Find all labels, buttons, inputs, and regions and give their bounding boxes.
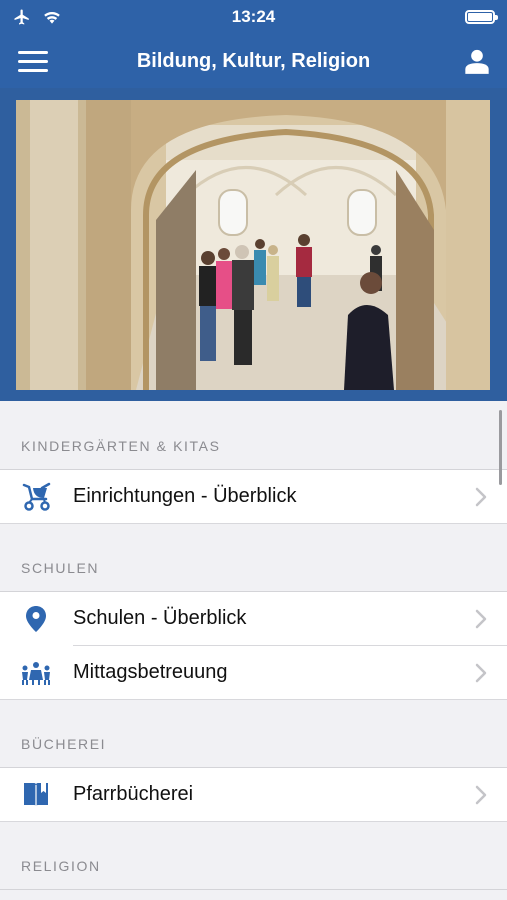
chevron-right-icon: [475, 487, 487, 507]
user-icon[interactable]: [463, 47, 491, 75]
list-item-label: Mittagsbetreuung: [73, 661, 228, 683]
chevron-right-icon: [475, 609, 487, 629]
divider: [0, 699, 507, 700]
chevron-right-icon: [475, 785, 487, 805]
battery-icon: [465, 10, 498, 24]
location-pin-icon: [26, 606, 46, 632]
scrollbar[interactable]: [499, 410, 502, 485]
list-item-einrichtungen[interactable]: Einrichtungen - Überblick: [0, 470, 507, 524]
navigation-bar: Bildung, Kultur, Religion: [0, 36, 507, 88]
page-title: Bildung, Kultur, Religion: [136, 50, 371, 72]
children-icon: [22, 662, 50, 685]
section-header-kindergaerten: KINDERGÄRTEN & KITAS: [0, 402, 507, 470]
section-header-religion: RELIGION: [0, 822, 507, 890]
list-item-pfarrbuecherei[interactable]: Pfarrbücherei: [0, 768, 507, 822]
chevron-right-icon: [475, 663, 487, 683]
section-header-schulen: SCHULEN: [0, 524, 507, 592]
status-time: 13:24: [231, 7, 276, 26]
status-bar: 13:24: [0, 0, 507, 36]
hero-photo: [16, 100, 490, 390]
list-item-mittagsbetreuung[interactable]: Mittagsbetreuung: [0, 646, 507, 700]
section-header-buecherei: BÜCHEREI: [0, 700, 507, 768]
menu-list: KINDERGÄRTEN & KITAS Einrichtungen - Übe…: [0, 402, 507, 890]
hero-banner: [0, 88, 507, 401]
book-icon: [24, 783, 48, 807]
list-item-schulen[interactable]: Schulen - Überblick: [0, 592, 507, 646]
list-item-label: Pfarrbücherei: [73, 783, 194, 805]
stroller-icon: [22, 482, 51, 511]
list-item-label: Schulen - Überblick: [73, 607, 247, 629]
divider: [0, 523, 507, 524]
divider: [0, 821, 507, 822]
list-item-label: Einrichtungen - Überblick: [73, 485, 297, 507]
